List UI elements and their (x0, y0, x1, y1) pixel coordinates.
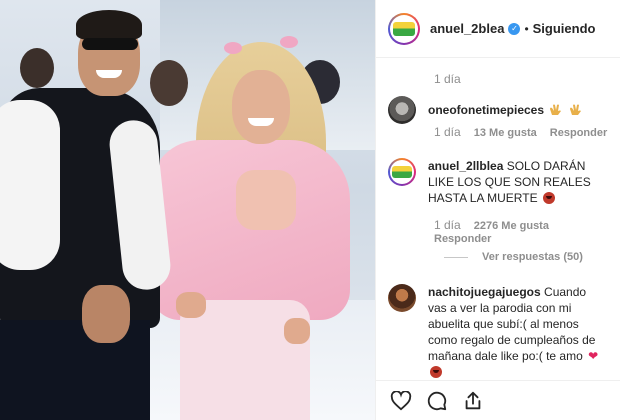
woman-face (232, 70, 290, 144)
commenter-avatar[interactable] (388, 158, 416, 186)
view-replies-label: Ver respuestas (50) (482, 251, 583, 263)
background-person (150, 60, 188, 106)
woman-smile (248, 118, 274, 126)
comment-item: anuel_2llblea SOLO DARÁN LIKE LOS QUE SO… (388, 158, 618, 206)
comment-likes[interactable]: 13 Me gusta (474, 127, 537, 139)
comment-item: oneofonetimepieces (388, 96, 618, 124)
comment-timestamp[interactable]: 1 día (434, 125, 461, 139)
author-avatar[interactable] (388, 12, 420, 45)
comment-meta: 1 día 2276 Me gusta (434, 218, 549, 232)
reply-button[interactable]: Responder (550, 127, 607, 139)
comment-likes[interactable]: 2276 Me gusta (474, 220, 549, 232)
brand-logo (392, 166, 412, 178)
man-hand (82, 285, 130, 343)
comment-body: nachitojuegajuegos Cuando vas a ver la p… (428, 284, 608, 380)
hair-bow (280, 36, 298, 48)
share-icon[interactable] (460, 388, 486, 414)
comment-body: oneofonetimepieces (428, 96, 583, 124)
separator-dot: • (524, 21, 529, 36)
background-person (20, 48, 54, 88)
follow-status-button[interactable]: Siguiendo (533, 21, 596, 36)
commenter-username[interactable]: anuel_2llblea (428, 159, 503, 173)
devil-face-icon (430, 366, 442, 378)
man-pants (0, 320, 150, 420)
commenter-avatar[interactable] (388, 96, 416, 124)
clapping-hands-icon (569, 104, 583, 116)
woman-top (236, 170, 296, 230)
caption-timestamp[interactable]: 1 día (434, 72, 461, 86)
avatar-inner (390, 14, 418, 43)
post-sidebar: anuel_2blea ✓ • Siguiendo 1 día oneofone… (375, 0, 620, 420)
comment-timestamp[interactable]: 1 día (434, 218, 461, 232)
woman-hand (176, 292, 206, 318)
replies-divider (444, 256, 468, 258)
view-replies-toggle[interactable]: Ver respuestas (50) (444, 251, 583, 263)
comment-icon[interactable] (424, 388, 450, 414)
man-smile (96, 70, 122, 78)
woman-hand (284, 318, 310, 344)
commenter-username[interactable]: oneofonetimepieces (428, 103, 544, 117)
reply-button[interactable]: Responder (434, 233, 491, 245)
post-action-bar (376, 380, 620, 420)
jacket-sleeve (0, 100, 60, 270)
hair-bow (224, 42, 242, 54)
devil-face-icon (542, 192, 555, 204)
comment-meta: 1 día 13 Me gusta Responder (434, 125, 607, 139)
comment-body: anuel_2llblea SOLO DARÁN LIKE LOS QUE SO… (428, 158, 608, 206)
verified-badge-icon: ✓ (508, 22, 521, 35)
clapping-hands-icon (549, 104, 563, 116)
avatar-inner (390, 160, 414, 184)
post-header: anuel_2blea ✓ • Siguiendo (376, 0, 620, 58)
comment-item: nachitojuegajuegos Cuando vas a ver la p… (388, 284, 618, 380)
heart-icon[interactable] (388, 388, 414, 414)
brand-logo (393, 21, 415, 36)
commenter-avatar[interactable] (388, 284, 416, 312)
heart-emoji-icon: ❤ (588, 349, 599, 363)
sunglasses (82, 38, 138, 50)
man-hair (76, 10, 142, 40)
post-photo[interactable] (0, 0, 375, 420)
author-username[interactable]: anuel_2blea (430, 21, 504, 36)
commenter-username[interactable]: nachitojuegajuegos (428, 285, 541, 299)
